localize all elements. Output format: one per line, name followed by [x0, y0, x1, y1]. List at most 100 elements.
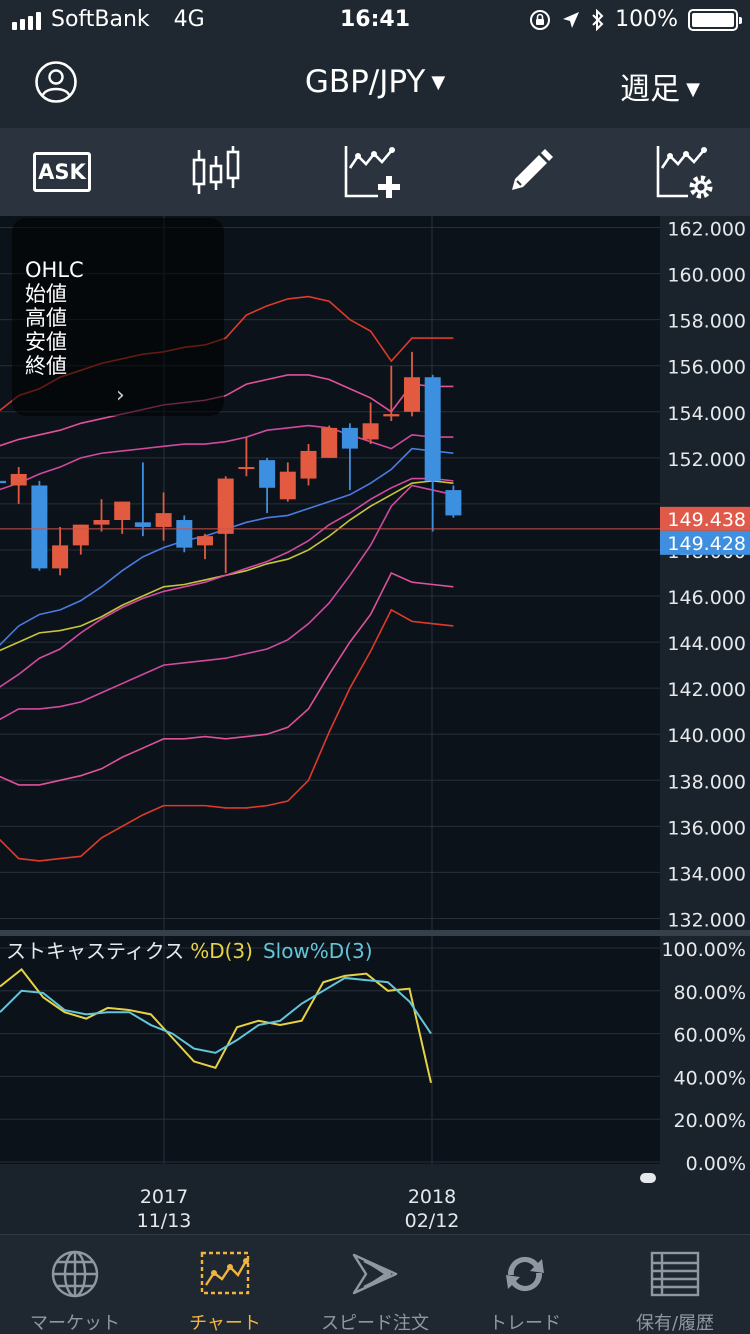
ohlc-close-label: 終値	[25, 354, 67, 378]
tab-label: マーケット	[30, 1313, 120, 1334]
stochastic-legend: ストキャスティクス %D(3) Slow%D(3)	[6, 939, 373, 963]
globe-icon	[51, 1250, 99, 1298]
chevron-right-icon: ›	[116, 383, 125, 408]
y-tick-label: 134.000	[667, 863, 746, 885]
period-selector[interactable]: 週足 ▼	[620, 64, 700, 108]
tab-history[interactable]: 保有/履歴	[600, 1235, 750, 1334]
trade-icon	[506, 1256, 544, 1292]
y-tick-label: 40.00%	[674, 1067, 746, 1089]
y-tick-label: 162.000	[667, 219, 746, 241]
y-tick-label: 136.000	[667, 817, 746, 839]
candle-body	[93, 520, 110, 525]
ohlc-title: OHLC	[25, 258, 84, 282]
candle-body	[217, 478, 234, 534]
speed-order-icon	[352, 1253, 398, 1295]
ohlc-low-label: 安値	[25, 330, 67, 354]
draw-button[interactable]	[500, 144, 560, 200]
chart-icon	[200, 1251, 250, 1295]
status-right: 100%	[529, 7, 742, 32]
tab-chart[interactable]: チャート	[150, 1235, 300, 1334]
y-tick-label: 140.000	[667, 725, 746, 747]
series-label-slow-d: Slow%D(3)	[263, 939, 373, 963]
candle-body	[424, 377, 441, 481]
x-tick-date: 02/12	[405, 1210, 460, 1232]
candle-body	[383, 414, 400, 417]
scroll-indicator	[640, 1173, 656, 1183]
candle-body	[300, 450, 317, 479]
tab-bar: マーケット チャート スピード注文 トレード 保有/履歴	[0, 1234, 750, 1334]
tab-label: トレード	[489, 1313, 561, 1334]
x-tick-date: 11/13	[137, 1210, 192, 1232]
candle-body	[341, 427, 358, 449]
y-tick-label: 158.000	[667, 311, 746, 333]
status-bar: SoftBank 4G 16:41 100%	[0, 0, 750, 40]
tab-market[interactable]: マーケット	[0, 1235, 150, 1334]
chevron-down-icon: ▼	[686, 79, 700, 100]
add-indicator-button[interactable]	[342, 144, 402, 200]
candle-body	[31, 485, 48, 569]
candle-body	[279, 471, 296, 500]
rotation-lock-icon	[530, 9, 551, 30]
chart-toolbar: ASK	[0, 128, 750, 216]
candle-body	[10, 473, 27, 486]
ohlc-high-label: 高値	[25, 306, 67, 330]
candle-body	[238, 467, 255, 470]
candle-body	[321, 427, 338, 458]
tab-label: スピード注文	[321, 1313, 429, 1334]
chevron-down-icon: ▼	[431, 72, 446, 93]
chart-settings-button[interactable]	[654, 144, 714, 200]
battery-icon	[688, 8, 742, 31]
y-tick-label: 154.000	[667, 403, 746, 425]
y-tick-label: 20.00%	[674, 1110, 746, 1132]
nav-bar: GBP/JPY ▼ 週足 ▼	[0, 40, 750, 128]
candle-body	[134, 522, 151, 527]
ohlc-open-label: 始値	[25, 282, 67, 306]
tab-label: チャート	[189, 1313, 261, 1334]
candle-body	[259, 460, 276, 488]
bid-price-label: 149.438	[667, 509, 746, 531]
panel-separator	[0, 930, 750, 936]
candle-body	[176, 520, 193, 548]
period-name: 週足	[620, 72, 681, 107]
pair-name: GBP/JPY	[304, 64, 426, 100]
ask-button[interactable]: ASK	[32, 144, 92, 200]
y-tick-label: 80.00%	[674, 982, 746, 1004]
y-tick-label: 152.000	[667, 449, 746, 471]
bluetooth-icon	[592, 8, 604, 31]
chart-settings-icon	[656, 146, 713, 199]
add-indicator-icon	[344, 146, 400, 198]
ohlc-panel[interactable]: OHLC 始値 高値 安値 終値 ›	[12, 218, 224, 416]
y-tick-label: 160.000	[667, 265, 746, 287]
battery-percent: 100%	[615, 7, 678, 32]
candle-body	[72, 524, 89, 546]
time-axis-background	[0, 1164, 660, 1234]
candle-body	[155, 513, 172, 527]
y-tick-label: 144.000	[667, 633, 746, 655]
y-tick-label: 142.000	[667, 679, 746, 701]
x-tick-year: 2018	[408, 1186, 456, 1208]
y-tick-label: 146.000	[667, 587, 746, 609]
pencil-icon	[512, 149, 553, 190]
stochastic-title: ストキャスティクス	[6, 939, 184, 963]
y-tick-label: 60.00%	[674, 1025, 746, 1047]
y-tick-label: 100.00%	[661, 939, 746, 961]
history-icon	[650, 1251, 700, 1297]
y-tick-label: 132.000	[667, 909, 746, 931]
series-label-d: %D(3)	[190, 939, 253, 963]
candle-body	[404, 377, 420, 412]
ask-price-label: 149.428	[667, 533, 746, 555]
candlestick-button[interactable]	[186, 144, 246, 200]
tab-trade[interactable]: トレード	[450, 1235, 600, 1334]
y-tick-label: 138.000	[667, 771, 746, 793]
candle-body	[114, 501, 131, 521]
ask-label: ASK	[33, 152, 91, 192]
candle-body	[362, 423, 379, 440]
tab-speed-order[interactable]: スピード注文	[300, 1235, 450, 1334]
y-tick-label: 156.000	[667, 357, 746, 379]
candle-body	[197, 536, 213, 546]
y-tick-label: 0.00%	[686, 1153, 746, 1175]
candle-body	[52, 545, 69, 569]
candlestick-icon	[192, 146, 240, 194]
location-icon	[563, 11, 580, 28]
tab-label: 保有/履歴	[635, 1313, 715, 1334]
